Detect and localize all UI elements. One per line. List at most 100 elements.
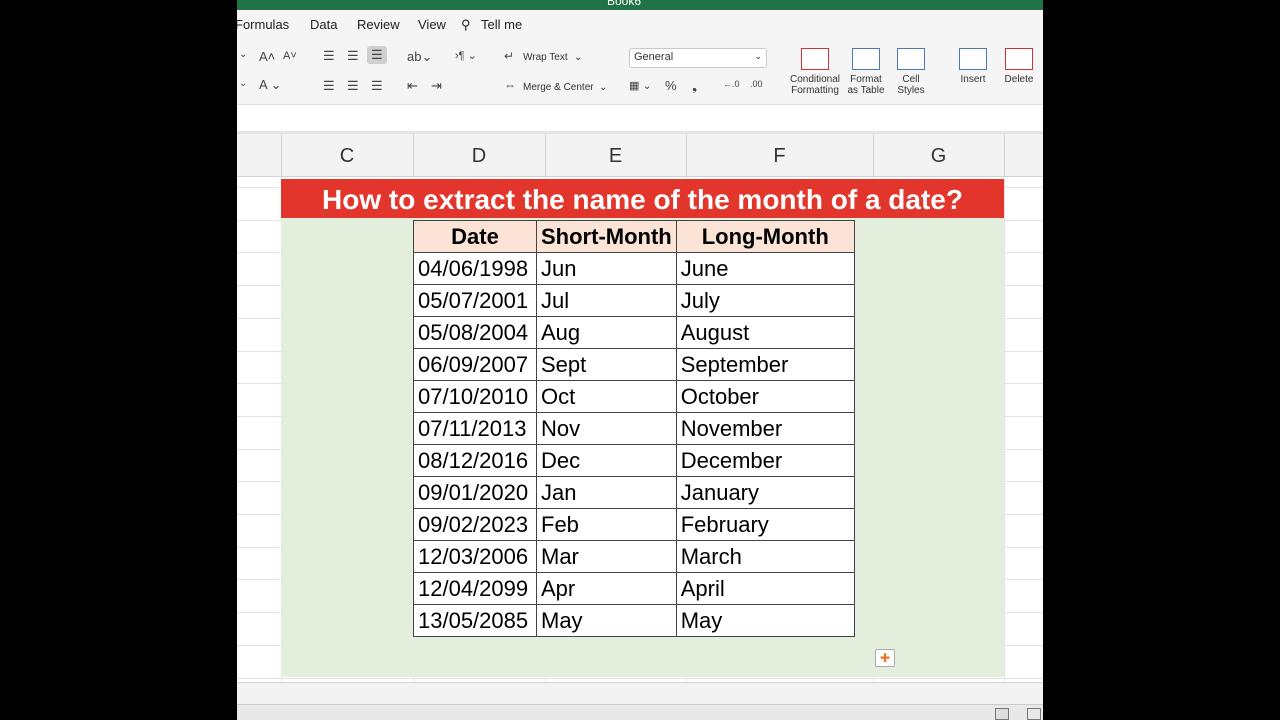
column-header-c[interactable]: C xyxy=(281,134,414,176)
tab-review[interactable]: Review xyxy=(357,17,400,32)
table-row: 06/09/2007 Sept September xyxy=(413,348,855,381)
date-cell[interactable]: 12/04/2099 xyxy=(413,572,537,605)
short-month-cell[interactable]: Feb xyxy=(536,508,677,541)
long-month-cell[interactable]: February xyxy=(675,508,855,541)
month-table: Date Short-Month Long-Month 04/06/1998 Ju… xyxy=(413,220,855,637)
long-month-cell[interactable]: April xyxy=(675,572,855,605)
align-middle-icon[interactable]: ☰ xyxy=(347,48,359,64)
decrease-decimal-icon[interactable]: .00 xyxy=(750,79,763,89)
short-month-cell[interactable]: May xyxy=(536,604,677,637)
tab-data[interactable]: Data xyxy=(310,17,337,32)
tab-tell-me[interactable]: Tell me xyxy=(481,17,522,32)
table-header-row: Date Short-Month Long-Month xyxy=(413,220,855,253)
date-cell[interactable]: 05/07/2001 xyxy=(413,284,537,317)
short-month-cell[interactable]: Oct xyxy=(536,380,677,413)
paragraph-direction-icon[interactable]: ›¶ ⌄ xyxy=(455,49,477,62)
date-cell[interactable]: 09/02/2023 xyxy=(413,508,537,541)
font-color-icon[interactable]: A ⌄ xyxy=(259,77,281,93)
merge-center-button[interactable]: Merge & Center xyxy=(523,82,594,93)
comma-style-icon[interactable]: ❟ xyxy=(692,78,697,94)
short-month-cell[interactable]: Jun xyxy=(536,252,677,285)
align-top-icon[interactable]: ☰ xyxy=(323,48,335,64)
page-layout-view-icon[interactable] xyxy=(1027,708,1041,720)
formula-bar[interactable] xyxy=(237,105,1043,134)
merge-chevron-icon[interactable]: ⌄ xyxy=(599,82,607,93)
header-date[interactable]: Date xyxy=(413,220,537,253)
delete-cells-button[interactable]: Delete xyxy=(997,48,1041,85)
long-month-cell[interactable]: August xyxy=(675,316,855,349)
number-format-select[interactable]: General ⌄ xyxy=(629,48,767,68)
format-as-table-button[interactable]: Format as Table xyxy=(843,48,889,96)
align-bottom-icon[interactable]: ☰ xyxy=(367,46,387,64)
table-row: 07/11/2013 Nov November xyxy=(413,412,855,445)
merge-icon[interactable]: ⇔ xyxy=(504,78,516,92)
header-long-month[interactable]: Long-Month xyxy=(675,220,855,253)
date-cell[interactable]: 04/06/1998 xyxy=(413,252,537,285)
column-header-e[interactable]: E xyxy=(545,134,687,176)
conditional-formatting-button[interactable]: Conditional Formatting xyxy=(787,48,843,96)
short-month-cell[interactable]: Mar xyxy=(536,540,677,573)
increase-indent-icon[interactable]: ⇥ xyxy=(431,78,442,94)
column-header-g[interactable]: G xyxy=(873,134,1005,176)
font-size-dropdown[interactable]: ⌄ xyxy=(239,49,247,60)
lightbulb-icon: ⚲ xyxy=(461,17,471,32)
date-cell[interactable]: 09/01/2020 xyxy=(413,476,537,509)
currency-icon[interactable]: ▦ ⌄ xyxy=(629,79,652,92)
long-month-cell[interactable]: November xyxy=(675,412,855,445)
date-cell[interactable]: 06/09/2007 xyxy=(413,348,537,381)
decrease-font-icon[interactable]: A˅ xyxy=(283,50,297,62)
increase-decimal-icon[interactable]: ←.0 xyxy=(723,79,740,89)
long-month-cell[interactable]: June xyxy=(675,252,855,285)
table-row: 08/12/2016 Dec December xyxy=(413,444,855,477)
cell-styles-button[interactable]: Cell Styles xyxy=(889,48,933,96)
long-month-cell[interactable]: January xyxy=(675,476,855,509)
long-month-cell[interactable]: September xyxy=(675,348,855,381)
header-short-month[interactable]: Short-Month xyxy=(536,220,677,253)
long-month-cell[interactable]: December xyxy=(675,444,855,477)
align-center-icon[interactable]: ☰ xyxy=(347,78,359,94)
table-row: 05/08/2004 Aug August xyxy=(413,316,855,349)
short-month-cell[interactable]: Nov xyxy=(536,412,677,445)
align-right-icon[interactable]: ☰ xyxy=(371,78,383,94)
gridline xyxy=(237,677,1043,679)
date-cell[interactable]: 07/10/2010 xyxy=(413,380,537,413)
status-bar xyxy=(237,704,1043,720)
wrap-text-button[interactable]: Wrap Text xyxy=(523,52,568,63)
long-month-cell[interactable]: May xyxy=(675,604,855,637)
align-left-icon[interactable]: ☰ xyxy=(323,78,335,94)
increase-font-icon[interactable]: A˄ xyxy=(259,49,275,64)
orientation-icon[interactable]: ab⌄ xyxy=(407,49,432,65)
tab-formulas[interactable]: Formulas xyxy=(237,17,289,32)
insert-cells-button[interactable]: Insert xyxy=(951,48,995,85)
paste-options-icon[interactable]: ✚ xyxy=(875,649,895,667)
date-cell[interactable]: 08/12/2016 xyxy=(413,444,537,477)
highlight-dropdown[interactable]: ⌄ xyxy=(239,78,247,89)
format-as-table-label-2: as Table xyxy=(847,85,885,96)
short-month-cell[interactable]: Aug xyxy=(536,316,677,349)
short-month-cell[interactable]: Jan xyxy=(536,476,677,509)
conditional-formatting-label-2: Formatting xyxy=(791,85,839,96)
ribbon-home: ⌄ A˄ A˅ ⌄ A ⌄ ☰ ☰ ☰ ☰ ☰ ☰ ab⌄ ›¶ ⌄ ⇤ ⇥ ↵… xyxy=(237,40,1043,105)
short-month-cell[interactable]: Jul xyxy=(536,284,677,317)
long-month-cell[interactable]: March xyxy=(675,540,855,573)
column-header-b[interactable] xyxy=(237,134,282,176)
short-month-cell[interactable]: Apr xyxy=(536,572,677,605)
date-cell[interactable]: 12/03/2006 xyxy=(413,540,537,573)
short-month-cell[interactable]: Sept xyxy=(536,348,677,381)
date-cell[interactable]: 07/11/2013 xyxy=(413,412,537,445)
percent-icon[interactable]: % xyxy=(665,78,677,93)
normal-view-icon[interactable] xyxy=(995,708,1009,720)
tab-view[interactable]: View xyxy=(418,17,446,32)
worksheet-grid[interactable]: How to extract the name of the month of … xyxy=(237,177,1043,682)
cell-styles-label-1: Cell xyxy=(902,74,920,85)
long-month-cell[interactable]: October xyxy=(675,380,855,413)
date-cell[interactable]: 13/05/2085 xyxy=(413,604,537,637)
date-cell[interactable]: 05/08/2004 xyxy=(413,316,537,349)
decrease-indent-icon[interactable]: ⇤ xyxy=(407,78,418,94)
column-header-f[interactable]: F xyxy=(686,134,874,176)
long-month-cell[interactable]: July xyxy=(675,284,855,317)
short-month-cell[interactable]: Dec xyxy=(536,444,677,477)
column-header-d[interactable]: D xyxy=(413,134,546,176)
wrap-text-chevron-icon[interactable]: ⌄ xyxy=(574,52,582,63)
wrap-text-icon[interactable]: ↵ xyxy=(504,49,514,63)
